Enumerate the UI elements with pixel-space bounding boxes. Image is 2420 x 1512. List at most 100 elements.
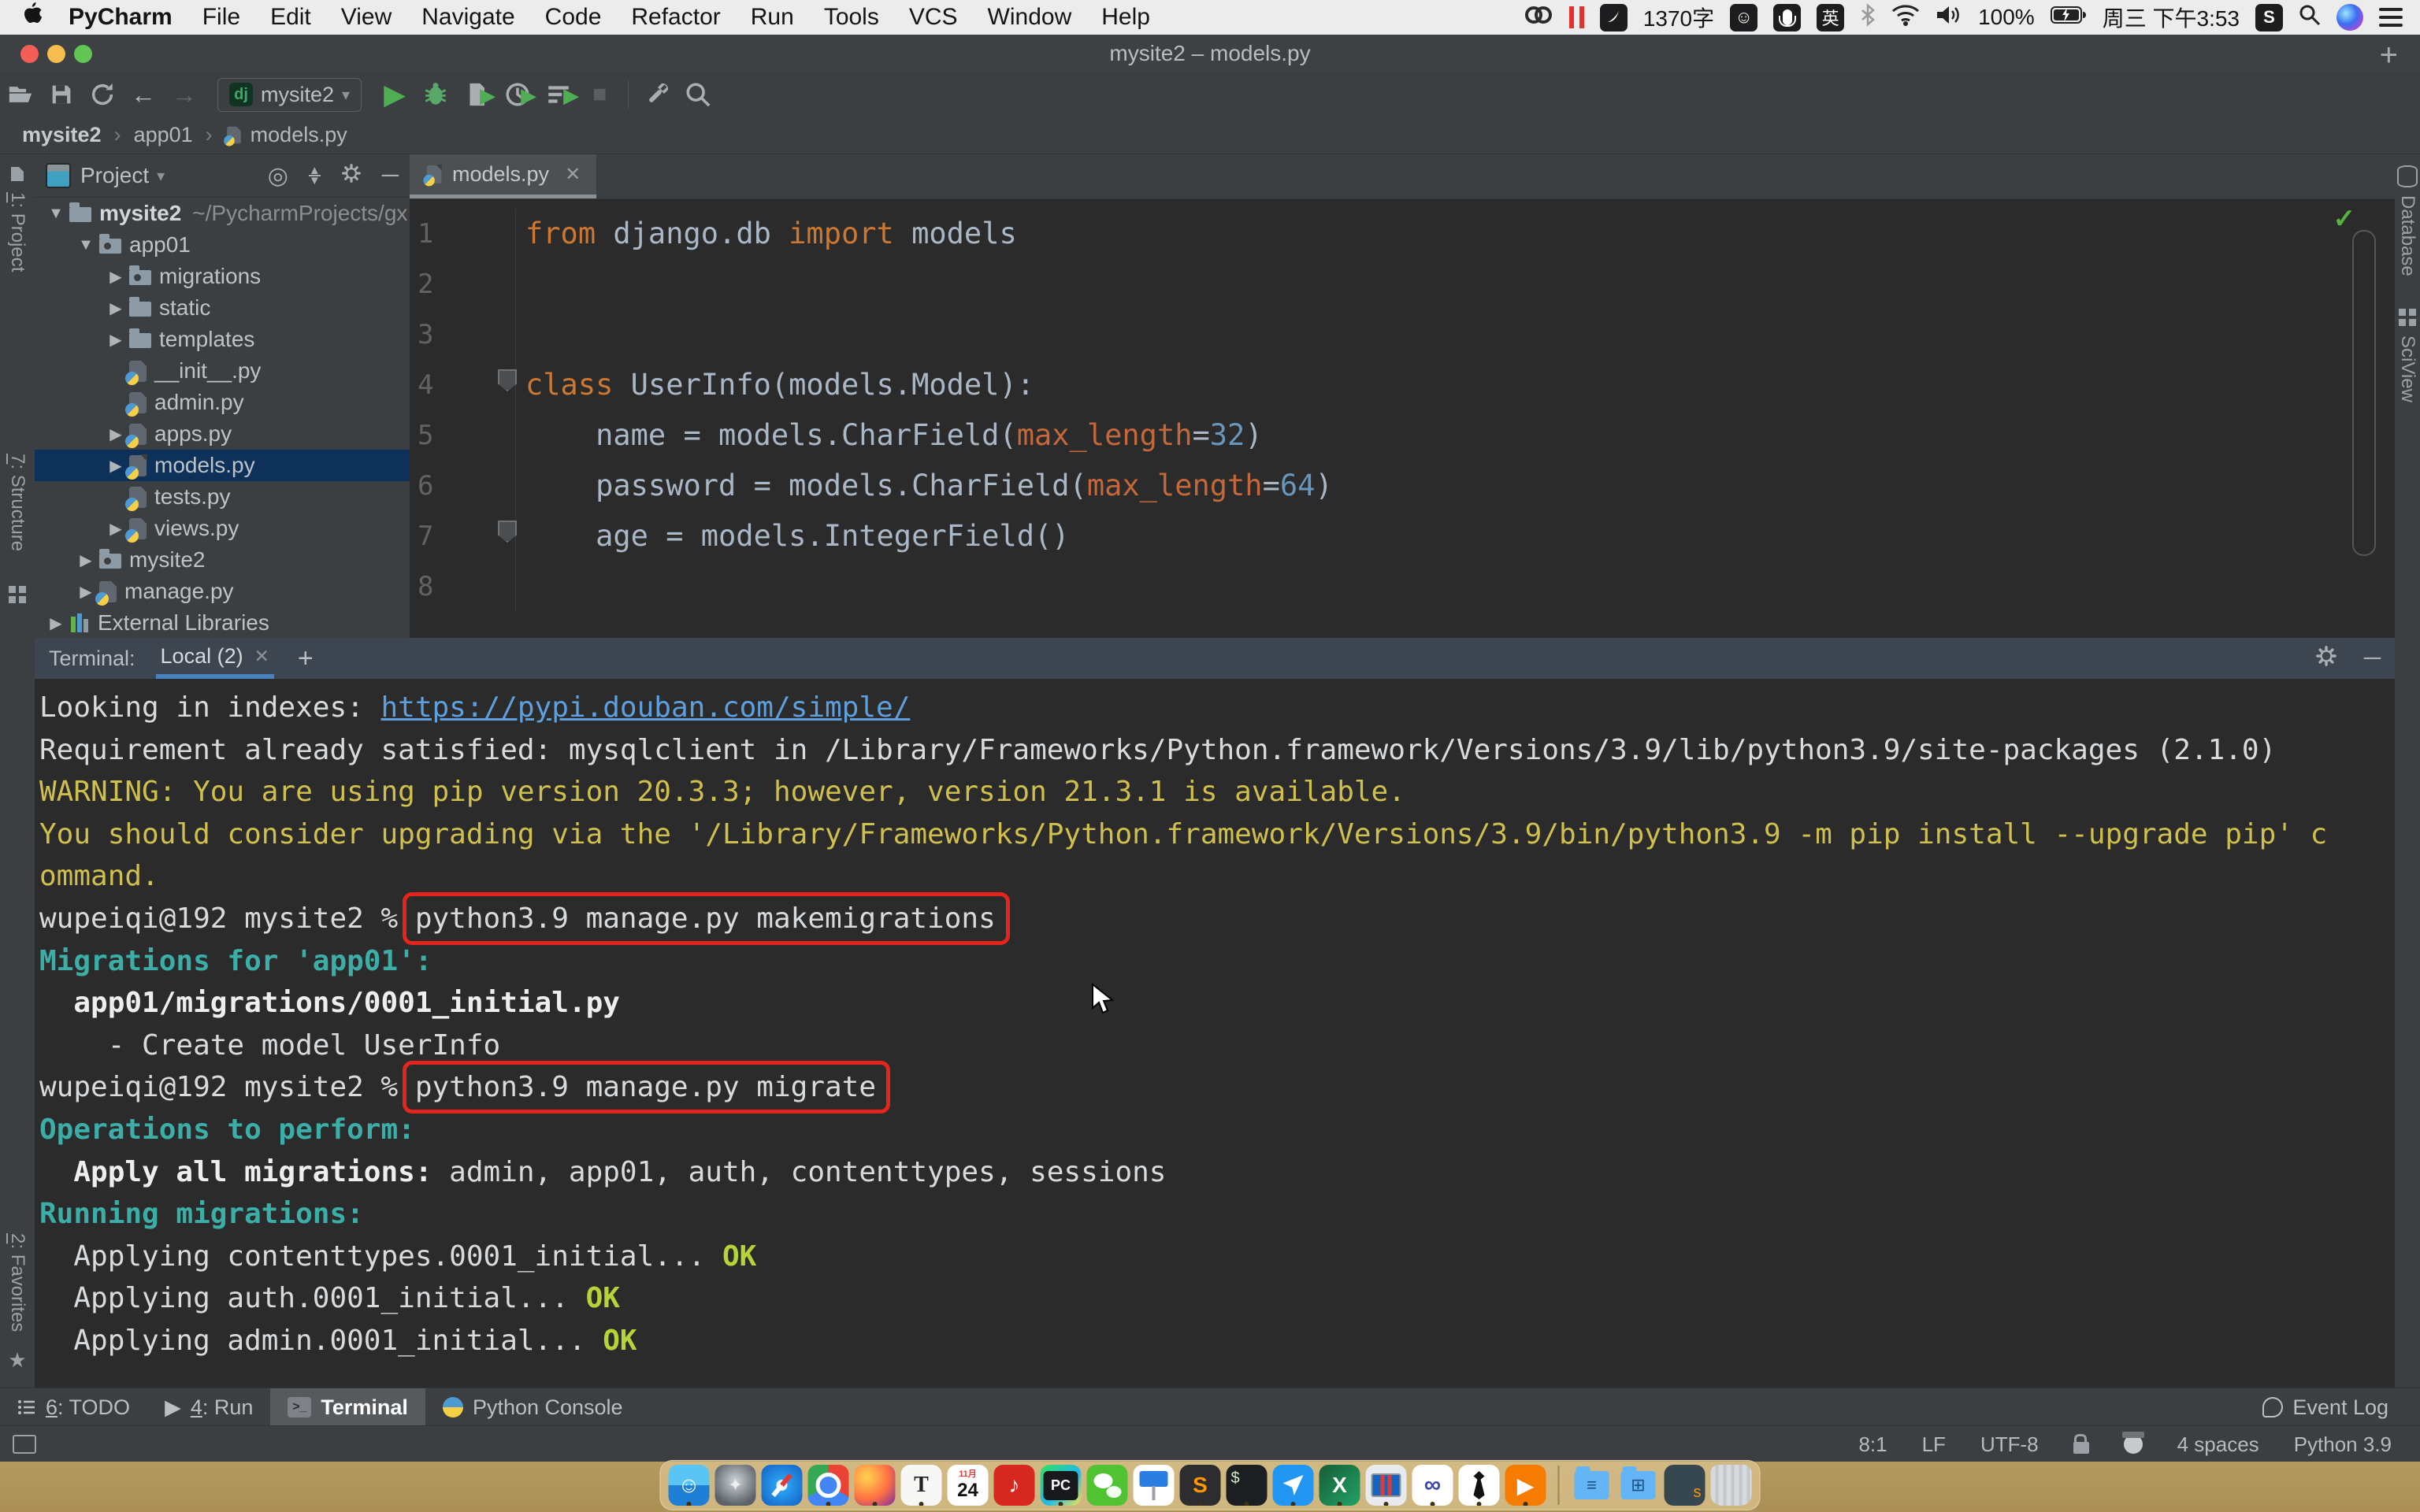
pycharm-dock-icon[interactable]: PC bbox=[1041, 1465, 1082, 1506]
tree-item-app01[interactable]: ▼app01 bbox=[35, 229, 410, 261]
tree-item-manage-py[interactable]: ▶manage.py bbox=[35, 576, 410, 607]
inspections-hector-icon[interactable] bbox=[2124, 1435, 2143, 1454]
folder-windows-dock-icon[interactable]: ⊞ bbox=[1618, 1465, 1659, 1506]
ime-language-badge[interactable]: 英 bbox=[1817, 4, 1844, 32]
menu-run[interactable]: Run bbox=[736, 4, 809, 31]
code-line-3[interactable]: 3 bbox=[410, 309, 2395, 360]
menu-pycharm[interactable]: PyCharm bbox=[54, 4, 187, 31]
event-log-button[interactable]: Event Log bbox=[2262, 1395, 2420, 1420]
forward-icon[interactable]: → bbox=[164, 80, 205, 109]
launchpad-dock-icon[interactable]: ✦ bbox=[715, 1465, 756, 1506]
terminal-output[interactable]: Looking in indexes: https://pypi.douban.… bbox=[35, 679, 2395, 1362]
folder-downloads-dock-icon[interactable]: ≡ bbox=[1572, 1465, 1613, 1506]
knot-app-icon[interactable] bbox=[1524, 3, 1553, 32]
code-line-5[interactable]: 5 name = models.CharField(max_length=32) bbox=[410, 410, 2395, 461]
sync-icon[interactable] bbox=[82, 81, 123, 108]
terminal-dock-icon[interactable]: $ bbox=[1227, 1465, 1268, 1506]
tree-item-static[interactable]: ▶static bbox=[35, 292, 410, 324]
file-encoding[interactable]: UTF-8 bbox=[1980, 1432, 2039, 1457]
tree-item-mysite2[interactable]: ▶mysite2 bbox=[35, 544, 410, 576]
code-line-1[interactable]: 1from django.db import models bbox=[410, 209, 2395, 259]
menu-refactor[interactable]: Refactor bbox=[616, 4, 735, 31]
spotlight-icon[interactable] bbox=[2299, 4, 2321, 32]
hide-panel-icon[interactable]: ─ bbox=[382, 162, 399, 189]
hide-terminal-icon[interactable]: ─ bbox=[2364, 645, 2381, 672]
tree-item-migrations[interactable]: ▶migrations bbox=[35, 261, 410, 292]
close-tab-icon[interactable]: ✕ bbox=[565, 163, 581, 186]
tree-item-views-py[interactable]: ▶views.py bbox=[35, 513, 410, 544]
tool-window-toggle-icon[interactable] bbox=[13, 1435, 36, 1454]
iflytek-input-icon[interactable] bbox=[1600, 4, 1628, 32]
terminal-settings-gear-icon[interactable] bbox=[2315, 645, 2337, 673]
clock[interactable]: 周三 下午3:53 bbox=[2103, 2, 2240, 33]
code-editor[interactable]: 1from django.db import models234class Us… bbox=[410, 199, 2395, 612]
tab-python-console[interactable]: Python Console bbox=[425, 1388, 640, 1426]
tree-item--init-py[interactable]: __init__.py bbox=[35, 355, 410, 387]
menu-vcs[interactable]: VCS bbox=[894, 4, 973, 31]
terminal-tab-local[interactable]: Local (2) ✕ bbox=[156, 638, 274, 679]
favorites-star-icon[interactable]: ★ bbox=[8, 1348, 26, 1373]
netease-music-dock-icon[interactable]: ♪ bbox=[994, 1465, 1035, 1506]
sogou-icon[interactable]: S bbox=[2255, 4, 2283, 32]
sidebar-item-favorites[interactable]: 2: Favorites bbox=[6, 1233, 28, 1332]
dingtalk-dock-icon[interactable] bbox=[1273, 1465, 1314, 1506]
dictation-icon[interactable] bbox=[1773, 4, 1801, 32]
locate-file-icon[interactable]: ◎ bbox=[268, 162, 288, 190]
run-with-button[interactable]: ▶ bbox=[538, 81, 579, 108]
settings-wrench-icon[interactable] bbox=[637, 81, 677, 108]
back-icon[interactable]: ← bbox=[123, 80, 164, 109]
chrome-dock-icon[interactable] bbox=[808, 1465, 849, 1506]
bluetooth-icon[interactable] bbox=[1860, 3, 1876, 32]
tab-todo[interactable]: 6: TODO bbox=[0, 1388, 147, 1426]
structure-tool-icon[interactable] bbox=[9, 586, 26, 603]
emoji-input-icon[interactable]: ☺ bbox=[1730, 4, 1757, 32]
close-terminal-tab-icon[interactable]: ✕ bbox=[254, 646, 269, 667]
menu-help[interactable]: Help bbox=[1086, 4, 1165, 31]
debug-button[interactable] bbox=[415, 81, 456, 108]
screenshot-app-dock-icon[interactable]: s bbox=[1665, 1465, 1706, 1506]
sidebar-item-structure[interactable]: 7: Structure bbox=[6, 454, 28, 551]
code-line-4[interactable]: 4class UserInfo(models.Model): bbox=[410, 360, 2395, 410]
excel-dock-icon[interactable]: X bbox=[1319, 1465, 1360, 1506]
tab-run[interactable]: ▶ 4: Run bbox=[147, 1388, 270, 1426]
python-interpreter[interactable]: Python 3.9 bbox=[2294, 1432, 2392, 1457]
menu-tools[interactable]: Tools bbox=[809, 4, 894, 31]
new-terminal-session-icon[interactable]: + bbox=[298, 643, 314, 674]
tv-app-dock-icon[interactable]: ▶ bbox=[1505, 1465, 1546, 1506]
breadcrumb-file[interactable]: models.py bbox=[193, 123, 347, 147]
terminal-link[interactable]: https://pypi.douban.com/simple/ bbox=[380, 691, 910, 724]
open-file-icon[interactable] bbox=[0, 81, 41, 108]
menu-code[interactable]: Code bbox=[530, 4, 617, 31]
recording-indicator-icon[interactable] bbox=[1569, 6, 1584, 28]
code-line-7[interactable]: 7 age = models.IntegerField() bbox=[410, 511, 2395, 561]
safari-dock-icon[interactable] bbox=[762, 1465, 803, 1506]
control-center-icon[interactable] bbox=[2379, 8, 2403, 27]
menu-view[interactable]: View bbox=[326, 4, 406, 31]
run-coverage-button[interactable]: ▶ bbox=[456, 81, 497, 108]
tree-item-models-py[interactable]: ▶models.py bbox=[35, 450, 410, 481]
line-ending[interactable]: LF bbox=[1922, 1432, 1946, 1457]
code-line-8[interactable]: 8 bbox=[410, 561, 2395, 612]
indent-setting[interactable]: 4 spaces bbox=[2177, 1432, 2259, 1457]
menu-edit[interactable]: Edit bbox=[255, 4, 326, 31]
tree-item-external-libraries[interactable]: ▶External Libraries bbox=[35, 607, 410, 638]
keynote-dock-icon[interactable] bbox=[1134, 1465, 1175, 1506]
panel-settings-gear-icon[interactable] bbox=[341, 163, 362, 189]
tree-item-admin-py[interactable]: admin.py bbox=[35, 387, 410, 418]
menu-window[interactable]: Window bbox=[973, 4, 1087, 31]
editor-scrollbar[interactable] bbox=[2352, 230, 2376, 556]
tree-item-apps-py[interactable]: ▶apps.py bbox=[35, 418, 410, 450]
tree-item-tests-py[interactable]: tests.py bbox=[35, 481, 410, 513]
volume-icon[interactable] bbox=[1936, 4, 1962, 32]
breadcrumb-app[interactable]: app01 bbox=[102, 123, 193, 147]
sidebar-item-sciview[interactable]: SciView bbox=[2396, 335, 2418, 402]
breadcrumb-project[interactable]: mysite2 bbox=[22, 123, 102, 147]
unlock-icon[interactable] bbox=[2073, 1442, 2089, 1454]
profiler-button[interactable]: ▶ bbox=[497, 81, 538, 108]
trash-dock-icon[interactable] bbox=[1711, 1465, 1752, 1506]
parallels-dock-icon[interactable] bbox=[1366, 1465, 1407, 1506]
project-tool-icon[interactable] bbox=[9, 165, 26, 188]
code-line-6[interactable]: 6 password = models.CharField(max_length… bbox=[410, 461, 2395, 511]
knot-app-dock-icon[interactable]: ∞ bbox=[1412, 1465, 1453, 1506]
siri-icon[interactable] bbox=[2336, 4, 2363, 31]
